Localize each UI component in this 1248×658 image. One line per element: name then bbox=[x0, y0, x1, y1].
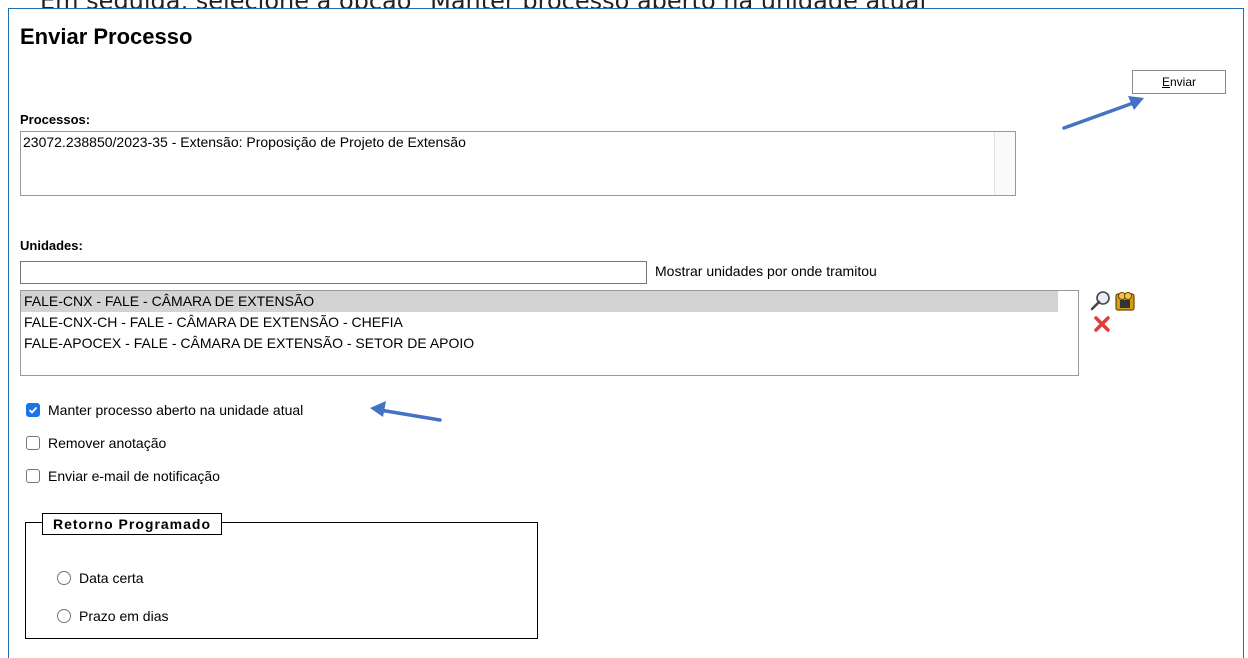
units-label: Unidades: bbox=[20, 238, 83, 253]
send-button[interactable]: Enviar bbox=[1132, 70, 1226, 94]
page-title: Enviar Processo bbox=[20, 24, 193, 49]
days-period-option[interactable]: Prazo em dias bbox=[57, 608, 168, 624]
remove-annotation-checkbox[interactable] bbox=[26, 436, 40, 450]
fixed-date-label: Data certa bbox=[79, 570, 144, 586]
show-units-link[interactable]: Mostrar unidades por onde tramitou bbox=[655, 263, 877, 279]
send-button-accesskey: E bbox=[1161, 75, 1170, 89]
organization-icon[interactable] bbox=[1113, 288, 1137, 312]
remove-annotation-label: Remover anotação bbox=[48, 435, 167, 451]
processes-scrollbar[interactable] bbox=[994, 132, 1015, 195]
keep-open-checkbox[interactable] bbox=[26, 403, 40, 417]
send-button-label: nviar bbox=[1170, 75, 1197, 89]
fixed-date-option[interactable]: Data certa bbox=[57, 570, 144, 586]
units-search-input[interactable] bbox=[20, 261, 647, 284]
annotation-arrow-icon bbox=[1062, 96, 1144, 130]
keep-open-label: Manter processo aberto na unidade atual bbox=[48, 402, 304, 418]
remove-x-icon[interactable] bbox=[1093, 315, 1111, 333]
scheduled-return-legend: Retorno Programado bbox=[42, 513, 223, 535]
unit-item[interactable]: FALE-CNX-CH - FALE - CÂMARA DE EXTENSÃO … bbox=[21, 312, 1058, 333]
unit-item[interactable]: FALE-APOCEX - FALE - CÂMARA DE EXTENSÃO … bbox=[21, 333, 1058, 354]
processes-list[interactable]: 23072.238850/2023-35 - Extensão: Proposi… bbox=[20, 131, 1016, 196]
days-period-radio[interactable] bbox=[57, 609, 71, 623]
checkmark-icon bbox=[28, 406, 38, 414]
send-email-option[interactable]: Enviar e-mail de notificação bbox=[26, 468, 220, 484]
units-list[interactable]: FALE-CNX - FALE - CÂMARA DE EXTENSÃO FAL… bbox=[20, 290, 1079, 376]
magnifier-icon[interactable] bbox=[1089, 290, 1113, 312]
days-period-label: Prazo em dias bbox=[79, 608, 169, 624]
send-email-checkbox[interactable] bbox=[26, 469, 40, 483]
send-email-label: Enviar e-mail de notificação bbox=[48, 468, 220, 484]
fixed-date-radio[interactable] bbox=[57, 571, 71, 585]
annotation-arrow-icon bbox=[370, 401, 442, 422]
processes-label: Processos: bbox=[20, 112, 91, 127]
keep-open-option[interactable]: Manter processo aberto na unidade atual bbox=[26, 402, 303, 418]
unit-item[interactable]: FALE-CNX - FALE - CÂMARA DE EXTENSÃO bbox=[21, 291, 1058, 312]
remove-annotation-option[interactable]: Remover anotação bbox=[26, 435, 166, 451]
process-item[interactable]: 23072.238850/2023-35 - Extensão: Proposi… bbox=[23, 134, 1013, 150]
